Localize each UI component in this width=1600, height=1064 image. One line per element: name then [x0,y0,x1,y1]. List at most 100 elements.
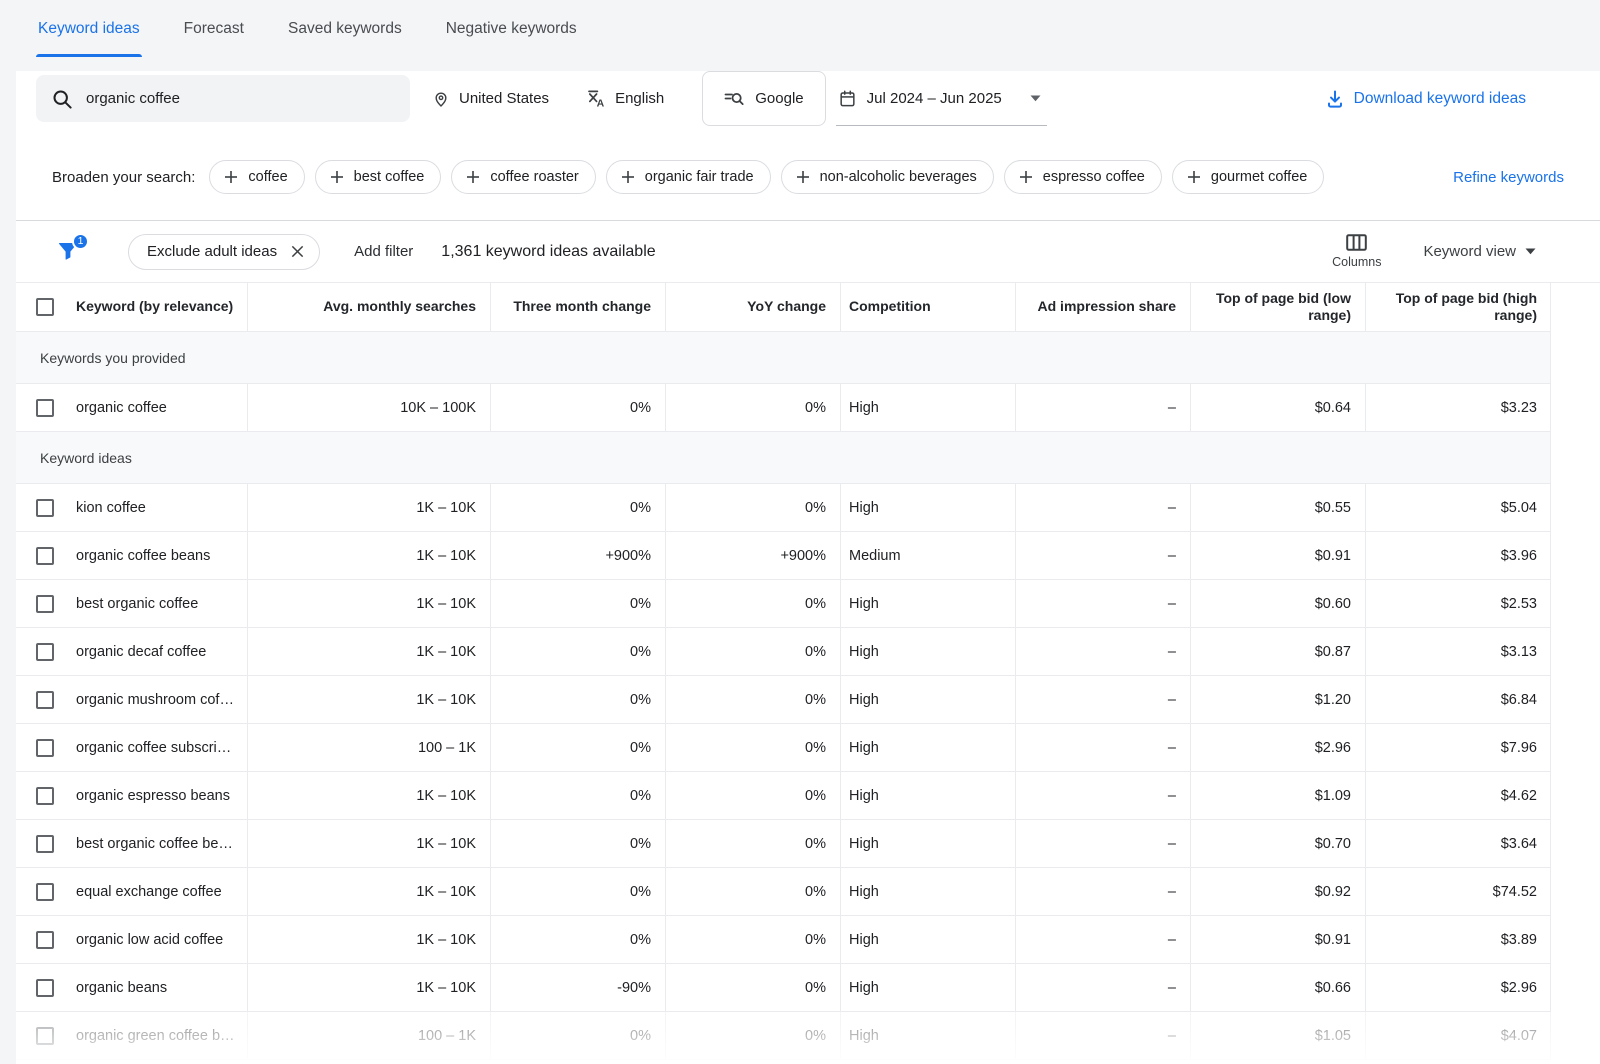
search-network-icon [724,89,744,109]
add-filter-button[interactable]: Add filter [354,243,413,260]
filter-icon[interactable]: 1 [56,239,82,265]
bid-low-cell: $0.91 [1190,916,1365,963]
header-avg-monthly-searches[interactable]: Avg. monthly searches [247,283,490,331]
svg-text:A: A [597,97,605,108]
row-checkbox[interactable] [36,835,54,853]
keyword-view-dropdown[interactable]: Keyword view [1423,243,1536,260]
row-checkbox[interactable] [36,499,54,517]
ad-share-cell: – [1015,1012,1190,1059]
table-row[interactable]: organic coffee 10K – 100K 0% 0% High – $… [16,384,1551,432]
plus-icon [465,169,481,185]
header-top-of-page-bid-low[interactable]: Top of page bid (low range) [1190,283,1365,331]
row-checkbox[interactable] [36,643,54,661]
tab-forecast[interactable]: Forecast [182,0,246,57]
bid-high-cell: $5.04 [1365,484,1551,531]
plus-icon [1018,169,1034,185]
searches-cell: 1K – 10K [247,916,490,963]
plus-icon [795,169,811,185]
table-row[interactable]: organic espresso beans 1K – 10K 0% 0% Hi… [16,772,1551,820]
columns-button[interactable]: Columns [1332,234,1381,269]
table-row[interactable]: organic beans 1K – 10K -90% 0% High – $0… [16,964,1551,1012]
header-three-month-change[interactable]: Three month change [490,283,665,331]
ad-share-cell: – [1015,964,1190,1011]
top-tab-bar: Keyword ideas Forecast Saved keywords Ne… [0,0,1600,57]
table-row[interactable]: equal exchange coffee 1K – 10K 0% 0% Hig… [16,868,1551,916]
yoy-cell: 0% [665,484,840,531]
row-checkbox[interactable] [36,1027,54,1045]
searches-cell: 1K – 10K [247,772,490,819]
ad-share-cell: – [1015,628,1190,675]
close-icon[interactable] [290,244,305,259]
competition-cell: High [840,916,1015,963]
row-checkbox[interactable] [36,739,54,757]
three-month-cell: +900% [490,532,665,579]
searches-cell: 100 – 1K [247,1012,490,1059]
competition-cell: High [840,868,1015,915]
bid-high-cell: $2.53 [1365,580,1551,627]
ad-share-cell: – [1015,724,1190,771]
row-checkbox[interactable] [36,883,54,901]
broaden-chip-organic-fair-trade[interactable]: organic fair trade [606,160,771,194]
ad-share-cell: – [1015,820,1190,867]
table-row[interactable]: organic green coffee b… 100 – 1K 0% 0% H… [16,1012,1551,1060]
broaden-chip-coffee-roaster[interactable]: coffee roaster [451,160,595,194]
table-row[interactable]: kion coffee 1K – 10K 0% 0% High – $0.55 … [16,484,1551,532]
ad-share-cell: – [1015,580,1190,627]
keyword-cell: organic decaf coffee [76,644,206,660]
broaden-chip-best-coffee[interactable]: best coffee [315,160,442,194]
table-row[interactable]: best organic coffee be… 1K – 10K 0% 0% H… [16,820,1551,868]
filter-toolbar: 1 Exclude adult ideas Add filter 1,361 k… [16,221,1600,283]
chevron-down-icon [1525,248,1536,255]
broaden-chip-gourmet-coffee[interactable]: gourmet coffee [1172,160,1324,194]
network-setting[interactable]: Google [702,71,825,126]
header-competition[interactable]: Competition [840,283,1015,331]
bid-low-cell: $1.20 [1190,676,1365,723]
three-month-cell: 0% [490,484,665,531]
table-row[interactable]: organic coffee beans 1K – 10K +900% +900… [16,532,1551,580]
download-keyword-ideas-button[interactable]: Download keyword ideas [1325,89,1526,109]
row-checkbox[interactable] [36,979,54,997]
table-row[interactable]: organic mushroom cof… 1K – 10K 0% 0% Hig… [16,676,1551,724]
header-keyword[interactable]: Keyword (by relevance) [76,298,233,316]
bid-low-cell: $0.87 [1190,628,1365,675]
table-row[interactable]: organic low acid coffee 1K – 10K 0% 0% H… [16,916,1551,964]
row-checkbox[interactable] [36,787,54,805]
language-setting[interactable]: A English [587,89,664,108]
keyword-search-field[interactable] [36,75,410,122]
tab-keyword-ideas[interactable]: Keyword ideas [36,0,142,57]
competition-cell: High [840,484,1015,531]
table-row[interactable]: organic decaf coffee 1K – 10K 0% 0% High… [16,628,1551,676]
bid-low-cell: $0.92 [1190,868,1365,915]
columns-icon [1346,234,1367,251]
row-checkbox[interactable] [36,547,54,565]
header-ad-impression-share[interactable]: Ad impression share [1015,283,1190,331]
competition-cell: High [840,820,1015,867]
three-month-cell: 0% [490,820,665,867]
exclude-adult-ideas-chip[interactable]: Exclude adult ideas [128,234,320,270]
searches-cell: 10K – 100K [247,384,490,431]
tab-saved-keywords[interactable]: Saved keywords [286,0,404,57]
yoy-cell: 0% [665,724,840,771]
refine-keywords-link[interactable]: Refine keywords [1453,169,1564,186]
row-checkbox[interactable] [36,399,54,417]
ad-share-cell: – [1015,676,1190,723]
tab-negative-keywords[interactable]: Negative keywords [444,0,579,57]
row-checkbox[interactable] [36,931,54,949]
date-range-picker[interactable]: Jul 2024 – Jun 2025 [836,71,1047,126]
download-icon [1325,89,1345,109]
yoy-cell: 0% [665,580,840,627]
broaden-chip-non-alcoholic-beverages[interactable]: non-alcoholic beverages [781,160,994,194]
broaden-chip-espresso-coffee[interactable]: espresso coffee [1004,160,1162,194]
location-setting[interactable]: United States [432,90,549,108]
row-checkbox[interactable] [36,691,54,709]
row-checkbox[interactable] [36,595,54,613]
search-input[interactable] [86,90,394,107]
header-yoy-change[interactable]: YoY change [665,283,840,331]
yoy-cell: 0% [665,1012,840,1059]
header-top-of-page-bid-high[interactable]: Top of page bid (high range) [1365,283,1551,331]
bid-high-cell: $74.52 [1365,868,1551,915]
select-all-checkbox[interactable] [36,298,54,316]
table-row[interactable]: organic coffee subscri… 100 – 1K 0% 0% H… [16,724,1551,772]
table-row[interactable]: best organic coffee 1K – 10K 0% 0% High … [16,580,1551,628]
broaden-chip-coffee[interactable]: coffee [209,160,304,194]
